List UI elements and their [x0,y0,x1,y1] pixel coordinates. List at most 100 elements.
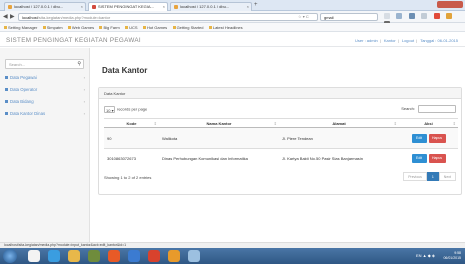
table-search-input[interactable] [418,105,456,113]
explorer-icon[interactable] [68,250,80,262]
bookmark-item[interactable]: UCS [125,25,138,30]
bookmark-item[interactable]: Getting Started [172,25,203,30]
bookmark-item[interactable]: Big Farm [99,25,120,30]
column-header-nama-kantor[interactable]: Nama Kantor ⇕ [159,118,279,128]
bookmark-item[interactable]: Latest Headlines [208,25,243,30]
page-title: Data Kantor [102,66,148,75]
delete-button[interactable]: Hapus [428,133,446,143]
forward-icon[interactable]: ▶ [10,13,15,20]
sidebar-item-label: Data Operator [10,87,38,92]
clock[interactable]: 9:58 06/01/2015 [443,251,461,261]
bookmark-item[interactable]: Simpatm [42,25,63,30]
reload-icon[interactable]: ☆ ▾ C [298,14,309,19]
new-tab-button[interactable]: + [254,2,258,8]
browser-navbar: ◀ ▶ localhost/sita-kegiatan/media.php?mo… [0,11,465,27]
start-button[interactable] [3,249,17,263]
sitemap-icon [5,100,8,104]
browser-tabbar: localhost / 127.0.0.1 / dbu... × SISTEM … [0,0,465,12]
chevron-right-icon: › [83,99,85,104]
folder-icon [125,26,129,30]
chevron-right-icon: › [83,87,85,92]
close-window-button[interactable] [453,1,461,8]
sidebar-item-label: Data Pegawai [10,75,37,80]
column-header-aksi[interactable]: Aksi ⇕ [399,118,458,128]
data-panel: Data Kantor 10 ▾ records per page Search:… [98,87,462,195]
sidebar-item-data-operator[interactable]: Data Operator › [5,87,85,97]
browser-tab-phpmyadmin-1[interactable]: localhost / 127.0.0.1 / dbu... × [4,2,86,11]
delete-button[interactable]: Hapus [428,154,446,164]
search-value: gmail [324,15,334,20]
paint-icon[interactable] [188,250,200,262]
panel-title: Data Kantor [99,88,461,99]
ie-icon[interactable] [48,250,60,262]
folder-icon [4,26,7,30]
cell-aksi: Edit Hapus [399,127,458,149]
back-icon[interactable]: ◀ [3,13,8,20]
edit-button[interactable]: Edit [411,133,427,143]
app-title: SISTEM PENGINGAT KEGIATAN PEGAWAI [6,37,141,44]
clock-date: 06/01/2015 [443,256,461,260]
cell-kode: 3010863072673 [104,148,159,169]
sidebar-item-data-pegawai[interactable]: Data Pegawai › [5,75,85,85]
pagination-previous[interactable]: Previous [403,172,427,181]
close-icon[interactable]: × [163,4,165,9]
column-header-kode[interactable]: Kode ⇕ [104,118,159,128]
search-label: Search: [401,106,415,112]
user-icon [5,88,8,92]
address-bar[interactable]: localhost/sita-kegiatan/media.php?module… [18,13,318,21]
search-placeholder: Search... [9,62,26,67]
addon-icon[interactable] [433,13,440,19]
firefox-icon[interactable] [108,250,120,262]
sidebar-item-data-bidang[interactable]: Data Bidang › [5,99,85,109]
phpmyadmin-icon [174,5,178,9]
rss-icon [208,26,212,30]
bookmark-item[interactable]: Hot Games [142,25,167,30]
search-engine-box[interactable]: gmail [320,13,378,21]
sidebar-item-label: Data Bidang [10,99,34,104]
column-header-alamat[interactable]: Alamat ⇕ [279,118,399,128]
pagination-page[interactable]: 1 [426,172,439,181]
sidebar-item-data-kantor-dinas[interactable]: Data Kantor Dinas › [5,111,85,121]
group-icon [5,76,8,80]
maximize-button[interactable] [445,1,453,8]
language-indicator[interactable]: EN [416,253,422,258]
minimize-button[interactable] [437,1,445,8]
page-size-select[interactable]: 10 ▾ [104,106,115,113]
cell-nama: Walikota [159,127,279,149]
pagination: Previous 1 Next [403,172,456,181]
chrome-icon[interactable] [28,250,40,262]
user-label: User : admin [355,38,378,43]
opera-icon[interactable] [148,250,160,262]
table-info: Showing 1 to 2 of 2 entries [104,175,152,180]
pocket-icon[interactable] [421,13,428,19]
addon-icon[interactable] [445,13,452,19]
browser-tab-phpmyadmin-2[interactable]: localhost / 127.0.0.1 / dbu... × [170,2,252,11]
logout-link[interactable]: Logout [402,38,414,43]
bookmark-item[interactable]: Setting Manager [4,25,37,30]
sidebar-search-input[interactable]: Search... ⚲ [5,59,84,69]
table-search: Search: [401,105,456,113]
downloads-icon[interactable] [396,13,403,19]
edit-button[interactable]: Edit [411,154,427,164]
close-icon[interactable]: × [81,4,83,9]
bookmark-item[interactable]: Web Games [67,25,94,30]
media-icon[interactable] [88,250,100,262]
table-row: 90 Walikota Jl. Piere Tendean Edit Hapus [104,127,458,149]
pagination-next[interactable]: Next [438,172,456,181]
search-icon[interactable]: ⚲ [77,61,81,67]
per-page-label: records per page [117,106,148,112]
home-icon[interactable] [408,13,415,19]
app-header: SISTEM PENGINGAT KEGIATAN PEGAWAI User :… [0,33,465,47]
date-label: Tanggal : 06-01-2015 [420,38,458,43]
sort-icon: ⇕ [452,121,456,126]
bookmark-star-icon[interactable] [384,13,390,19]
tab-label: SISTEM PENGINGAT KEGIA... [98,4,154,9]
tab-label: localhost / 127.0.0.1 / dbu... [14,4,64,9]
app-icon[interactable] [128,250,140,262]
phpmyadmin-icon [8,5,12,9]
cell-alamat: Jl. Piere Tendean [279,127,399,149]
xampp-icon[interactable] [168,250,180,262]
sort-icon: ⇕ [273,121,277,126]
close-icon[interactable]: × [247,4,249,9]
building-icon [5,112,8,116]
